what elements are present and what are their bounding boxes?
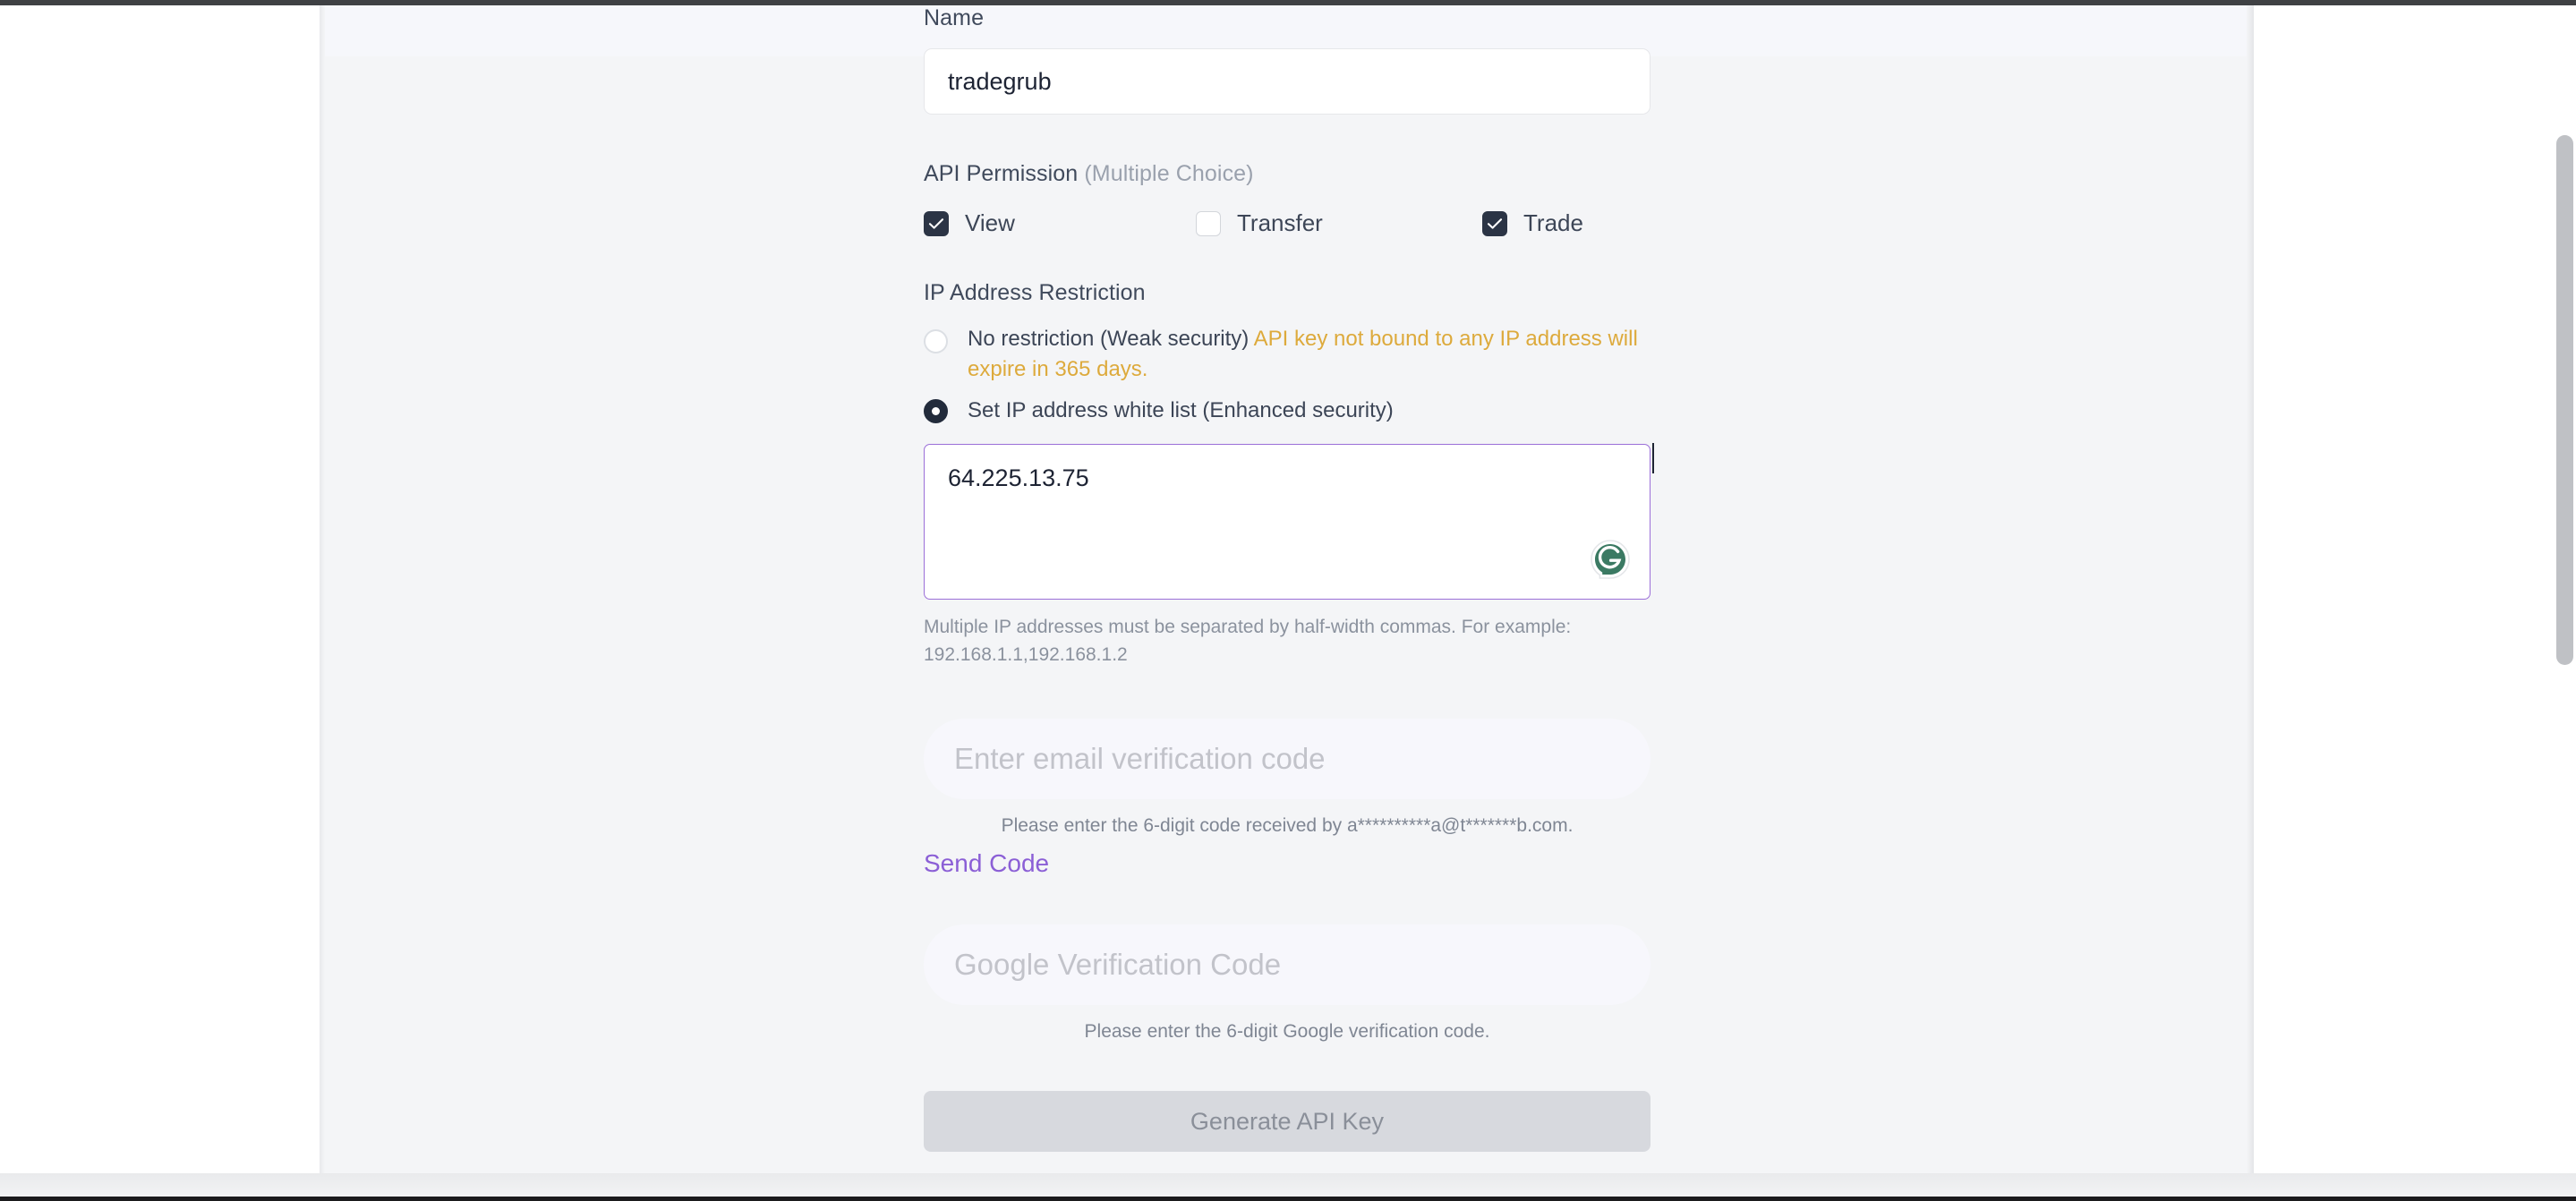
radio-unselected-icon[interactable] bbox=[924, 329, 948, 353]
ip-option-white-list-label: Set IP address white list (Enhanced secu… bbox=[968, 398, 1394, 423]
email-code-placeholder: Enter email verification code bbox=[954, 742, 1326, 776]
checkbox-checked-icon[interactable] bbox=[1482, 210, 1507, 236]
api-permission-hint: (Multiple Choice) bbox=[1084, 161, 1254, 186]
name-input-value: tradegrub bbox=[948, 67, 1052, 95]
generate-api-key-button[interactable]: Generate API Key bbox=[924, 1091, 1651, 1153]
api-permission-label: API Permission (Multiple Choice) bbox=[924, 161, 1651, 187]
api-permission-options: View Transfer Trade bbox=[924, 209, 1651, 237]
ip-whitelist-helper-text: Multiple IP addresses must be separated … bbox=[924, 617, 1572, 665]
email-code-input[interactable]: Enter email verification code bbox=[924, 719, 1651, 800]
send-code-button[interactable]: Send Code bbox=[924, 849, 1651, 878]
ip-restriction-label: IP Address Restriction bbox=[924, 280, 1146, 305]
ip-whitelist-value: 64.225.13.75 bbox=[948, 464, 1089, 492]
api-key-form: Name tradegrub API Permission (Multiple … bbox=[924, 5, 1654, 1153]
text-caret bbox=[1652, 443, 1654, 474]
grammarly-badge-icon[interactable] bbox=[1589, 538, 1632, 581]
permission-option-trade-label: Trade bbox=[1523, 209, 1583, 236]
permission-option-view[interactable]: View bbox=[924, 209, 1196, 237]
page-scrollbar-track[interactable] bbox=[2553, 11, 2576, 1179]
panel-left-edge bbox=[320, 5, 325, 1201]
page-scrollbar-thumb[interactable] bbox=[2556, 135, 2573, 665]
browser-chrome-bottom-band bbox=[0, 1173, 2576, 1197]
name-label: Name bbox=[924, 5, 985, 30]
radio-selected-icon[interactable] bbox=[924, 398, 948, 423]
google-code-note: Please enter the 6-digit Google verifica… bbox=[1084, 1021, 1490, 1043]
ip-option-white-list[interactable]: Set IP address white list (Enhanced secu… bbox=[924, 396, 1651, 426]
ip-whitelist-textarea[interactable]: 64.225.13.75 bbox=[924, 443, 1654, 600]
browser-chrome-bottom-edge bbox=[0, 1197, 2576, 1201]
ip-option-no-restriction-label: No restriction (Weak security) bbox=[968, 327, 1250, 351]
name-input[interactable]: tradegrub bbox=[924, 48, 1651, 115]
checkbox-checked-icon[interactable] bbox=[924, 210, 949, 236]
api-permission-label-text: API Permission bbox=[924, 161, 1079, 186]
page-root: Name tradegrub API Permission (Multiple … bbox=[0, 5, 2576, 1201]
permission-option-transfer-label: Transfer bbox=[1237, 209, 1323, 236]
google-code-input[interactable]: Google Verification Code bbox=[924, 924, 1651, 1006]
ip-option-no-restriction[interactable]: No restriction (Weak security) API key n… bbox=[924, 324, 1651, 385]
checkbox-unchecked-icon[interactable] bbox=[1196, 210, 1221, 236]
permission-option-transfer[interactable]: Transfer bbox=[1196, 209, 1482, 237]
browser-chrome-top-edge bbox=[0, 0, 2576, 5]
permission-option-trade[interactable]: Trade bbox=[1482, 209, 1583, 237]
ip-option-no-restriction-text: No restriction (Weak security) API key n… bbox=[968, 324, 1651, 385]
panel-right-edge bbox=[2247, 5, 2254, 1201]
email-code-note: Please enter the 6-digit code received b… bbox=[1001, 815, 1574, 837]
google-code-placeholder: Google Verification Code bbox=[954, 948, 1282, 982]
permission-option-view-label: View bbox=[965, 209, 1015, 236]
